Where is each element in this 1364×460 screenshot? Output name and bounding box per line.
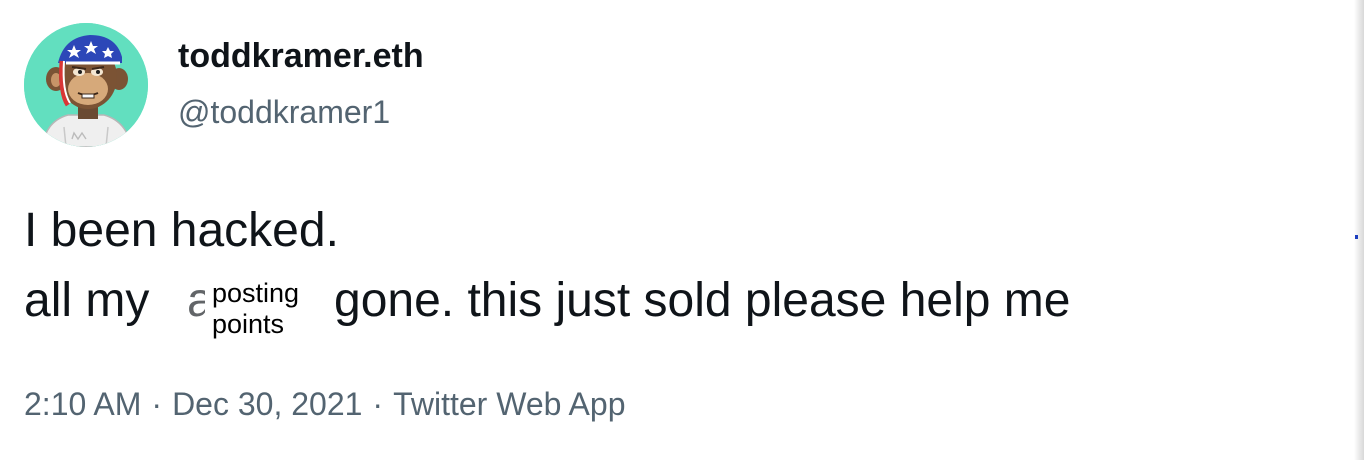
tweet-date[interactable]: Dec 30, 2021	[172, 386, 362, 422]
meta-separator-1: ·	[151, 386, 163, 422]
tweet-text-line-2-start: all my	[24, 274, 150, 327]
meta-separator-2: ·	[372, 386, 384, 422]
user-handle[interactable]: @toddkramer1	[178, 93, 424, 131]
overlay-line-2: points	[212, 309, 285, 339]
edge-marker	[1355, 235, 1358, 239]
tweet-card: toddkramer.eth @toddkramer1 I been hacke…	[0, 0, 1364, 460]
tweet-metadata: 2:10 AM · Dec 30, 2021 · Twitter Web App	[24, 384, 625, 424]
tweet-text-line-2: all my a posting points gone. this just …	[24, 266, 1070, 342]
user-avatar[interactable]	[24, 23, 148, 147]
tweet-text-line-2-end: gone. this just sold please help me	[334, 274, 1071, 327]
bored-ape-avatar-icon	[24, 23, 148, 147]
edited-label-overlay: posting points	[205, 280, 330, 342]
display-name[interactable]: toddkramer.eth	[178, 36, 424, 76]
tweet-text-line-1: I been hacked.	[24, 204, 339, 257]
window-right-edge	[1354, 0, 1364, 460]
tweet-text: I been hacked. all my a posting points g…	[24, 196, 1070, 342]
tweet-time[interactable]: 2:10 AM	[24, 386, 141, 422]
tweet-source[interactable]: Twitter Web App	[393, 386, 625, 422]
user-info: toddkramer.eth @toddkramer1	[178, 36, 424, 131]
overlay-line-1: posting	[212, 278, 300, 308]
